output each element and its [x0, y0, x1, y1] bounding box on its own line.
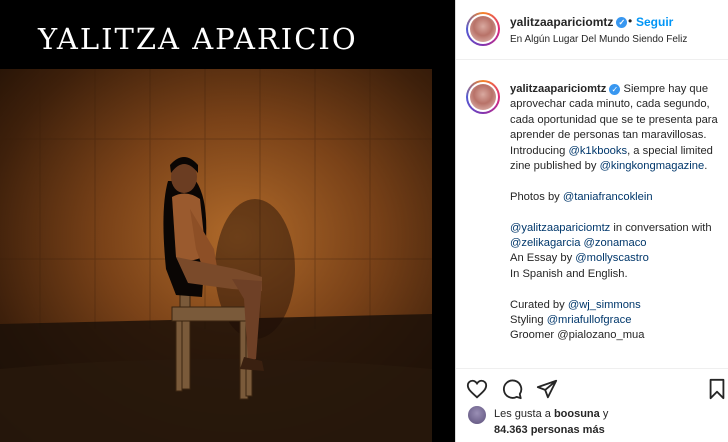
caption-avatar[interactable]: [466, 80, 500, 114]
header-username[interactable]: yalitzaapariciomtz ✓: [510, 15, 628, 29]
languages-line: In Spanish and English.: [510, 267, 628, 280]
portrait-photo: [0, 69, 432, 442]
styling-pre: Styling: [510, 314, 547, 327]
header-avatar[interactable]: [466, 12, 500, 46]
groomer-line: Groomer @pialozano_mua: [510, 329, 645, 342]
mention-wj-simmons[interactable]: @wj_simmons: [568, 299, 641, 311]
liker-avatar[interactable]: [468, 406, 486, 424]
post-sidebar: yalitzaapariciomtz ✓ • Seguir En Algún Lu…: [456, 0, 728, 442]
header-username-text[interactable]: yalitzaapariciomtz: [510, 15, 613, 29]
paper-plane-icon[interactable]: [536, 378, 558, 400]
likes-user[interactable]: boosuna: [554, 408, 600, 420]
mention-zonamaco[interactable]: @zonamaco: [584, 237, 647, 249]
curated-pre: Curated by: [510, 298, 568, 311]
follow-button[interactable]: Seguir: [636, 15, 673, 29]
intro-pre: Introducing: [510, 144, 569, 157]
bookmark-icon[interactable]: [706, 378, 728, 400]
action-bar: [456, 368, 728, 406]
mention-mollyscastro[interactable]: @mollyscastro: [575, 252, 649, 264]
mention-kingkongmagazine[interactable]: @kingkongmagazine: [600, 160, 705, 172]
likes-count[interactable]: 84.363 personas más: [494, 424, 605, 436]
location-link[interactable]: En Algún Lugar Del Mundo Siendo Feliz: [510, 34, 687, 45]
post-image[interactable]: YALITZA APARICIO: [0, 0, 455, 442]
caption-username[interactable]: yalitzaapariciomtz: [510, 83, 606, 95]
verified-badge-icon: ✓: [616, 17, 628, 29]
brand-title: YALITZA APARICIO: [38, 22, 358, 56]
speech-bubble-icon[interactable]: [501, 378, 523, 400]
caption-area[interactable]: yalitzaapariciomtz ✓ Siempre hay que apro…: [456, 61, 728, 368]
header-separator: •: [628, 14, 633, 28]
intro-end: .: [704, 160, 708, 173]
verified-badge-icon: ✓: [609, 83, 621, 95]
mention-zelikagarcia[interactable]: @zelikagarcia: [510, 237, 580, 249]
likes-prefix: Les gusta a: [494, 408, 554, 420]
caption-text: yalitzaapariciomtz ✓ Siempre hay que apro…: [510, 82, 722, 344]
mention-mriafullofgrace[interactable]: @mriafullofgrace: [547, 314, 632, 326]
likes-text[interactable]: Les gusta a boosuna y 84.363 personas má…: [494, 406, 724, 438]
essay-pre: An Essay by: [510, 252, 576, 265]
mention-taniafrancoklein[interactable]: @taniafrancoklein: [563, 191, 653, 203]
likes-conj: y: [599, 408, 609, 420]
likes-row: Les gusta a boosuna y 84.363 personas má…: [456, 402, 728, 442]
mention-yalitzaapariciomtz[interactable]: @yalitzaapariciomtz: [510, 222, 610, 234]
photo-scene: [0, 69, 432, 442]
heart-outline-icon[interactable]: [466, 378, 488, 400]
convo-mid: in conversation with: [610, 221, 712, 234]
mention-k1kbooks[interactable]: @k1kbooks: [568, 145, 627, 157]
photos-pre: Photos by: [510, 190, 563, 203]
post-header: yalitzaapariciomtz ✓ • Seguir En Algún Lu…: [456, 0, 728, 60]
